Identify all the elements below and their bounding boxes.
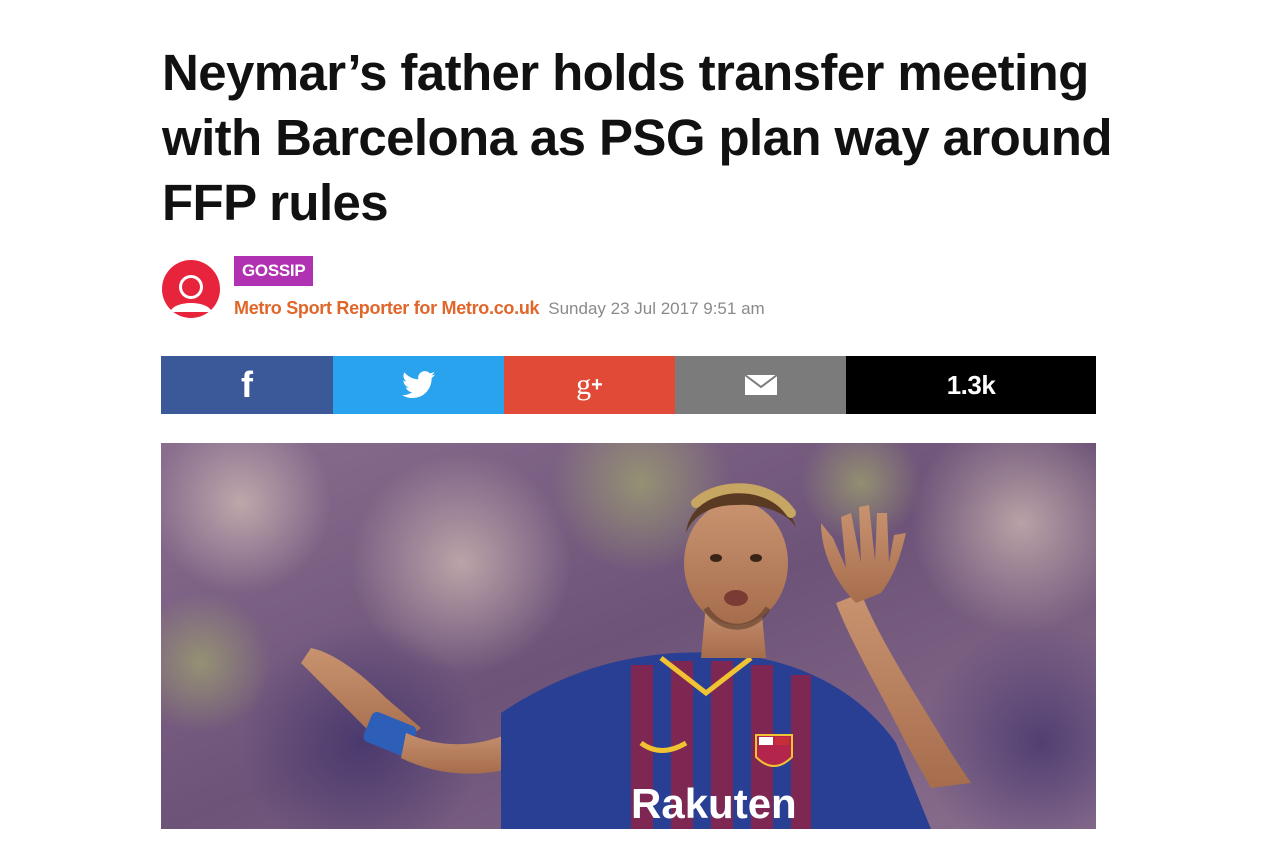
player-photo: Rakuten <box>161 443 1096 829</box>
twitter-share-button[interactable] <box>333 356 504 414</box>
author-link[interactable]: Metro Sport Reporter for Metro.co.uk <box>234 298 540 318</box>
email-icon <box>743 374 778 396</box>
twitter-icon <box>401 371 436 399</box>
article-headline: Neymar’s father holds transfer meeting w… <box>162 44 1112 231</box>
google-plus-share-button[interactable]: g + <box>504 356 675 414</box>
author-avatar-icon[interactable] <box>162 260 220 318</box>
google-plus-icon: g + <box>576 368 603 401</box>
byline: Metro Sport Reporter for Metro.co.uk Sun… <box>234 296 765 321</box>
facebook-icon: f <box>241 364 253 405</box>
article-hero-image[interactable]: Rakuten <box>161 443 1096 829</box>
publish-date: Sunday 23 Jul 2017 9:51 am <box>548 299 765 318</box>
user-silhouette-icon <box>162 260 220 318</box>
share-bar: f g + 1.3k <box>161 356 1096 414</box>
shirt-sponsor-text: Rakuten <box>631 780 797 827</box>
facebook-share-button[interactable]: f <box>161 356 333 414</box>
email-share-button[interactable] <box>675 356 846 414</box>
category-badge[interactable]: GOSSIP <box>234 256 314 286</box>
club-crest-icon <box>755 734 793 767</box>
share-count: 1.3k <box>846 356 1096 414</box>
